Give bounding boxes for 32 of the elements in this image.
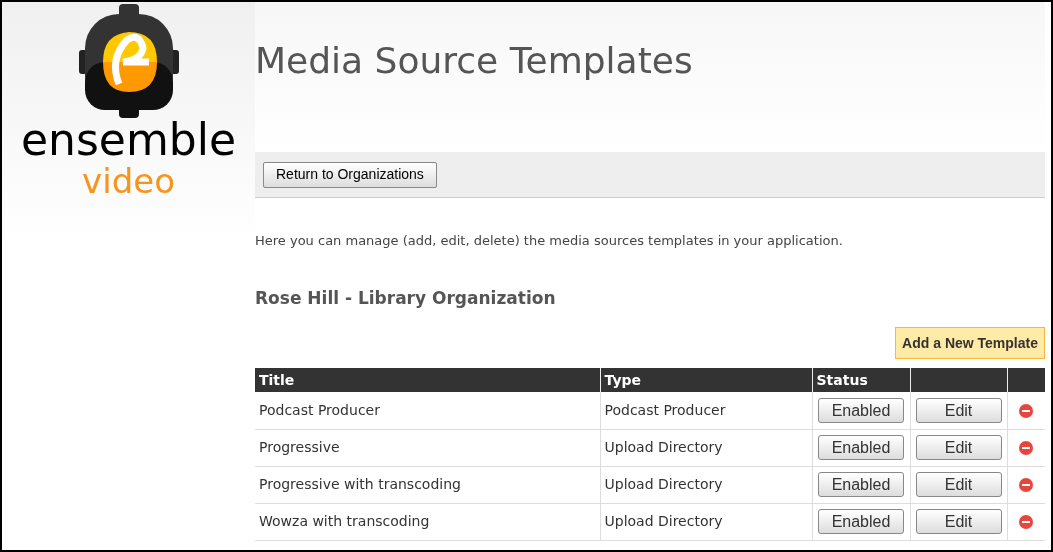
page-title: Media Source Templates — [255, 39, 693, 83]
delete-icon[interactable] — [1018, 514, 1035, 530]
status-button[interactable]: Enabled — [818, 435, 904, 460]
column-header: Status — [812, 368, 910, 392]
delete-icon[interactable] — [1018, 477, 1035, 493]
header-cell — [1007, 368, 1045, 392]
logo-icon — [78, 4, 179, 120]
table-cell: Progressive — [255, 429, 600, 466]
edit-button[interactable]: Edit — [915, 397, 1002, 423]
organization-heading: Rose Hill - Library Organization — [255, 286, 557, 310]
table-cell: Upload Directory — [600, 466, 812, 503]
column-header: Title — [255, 368, 600, 392]
table-cell: Upload Directory — [600, 503, 812, 540]
logo-tagline: video — [82, 164, 175, 198]
delete-icon[interactable] — [1018, 402, 1035, 419]
table-cell: Wowza with transcoding — [255, 503, 600, 540]
add-template-button[interactable]: Add a New Template — [895, 327, 1045, 359]
edit-button[interactable]: Edit — [915, 509, 1002, 534]
table-cell: Podcast Producer — [600, 392, 812, 429]
edit-button[interactable]: Edit — [915, 472, 1002, 497]
status-button[interactable]: Enabled — [818, 397, 904, 423]
delete-icon[interactable] — [1018, 440, 1035, 456]
table-cell: Progressive with transcoding — [255, 466, 600, 503]
logo-wordmark: ensemble — [20, 118, 236, 162]
return-button[interactable]: Return to Organizations — [263, 161, 437, 188]
table-cell: Podcast Producer — [255, 392, 600, 429]
table-cell: Upload Directory — [600, 429, 812, 466]
column-header: Type — [600, 368, 812, 392]
status-button[interactable]: Enabled — [818, 509, 904, 534]
description-text: Here you can manage (add, edit, delete) the media sources templates in your application. — [255, 232, 844, 250]
edit-button[interactable]: Edit — [915, 435, 1002, 460]
status-button[interactable]: Enabled — [818, 472, 904, 497]
